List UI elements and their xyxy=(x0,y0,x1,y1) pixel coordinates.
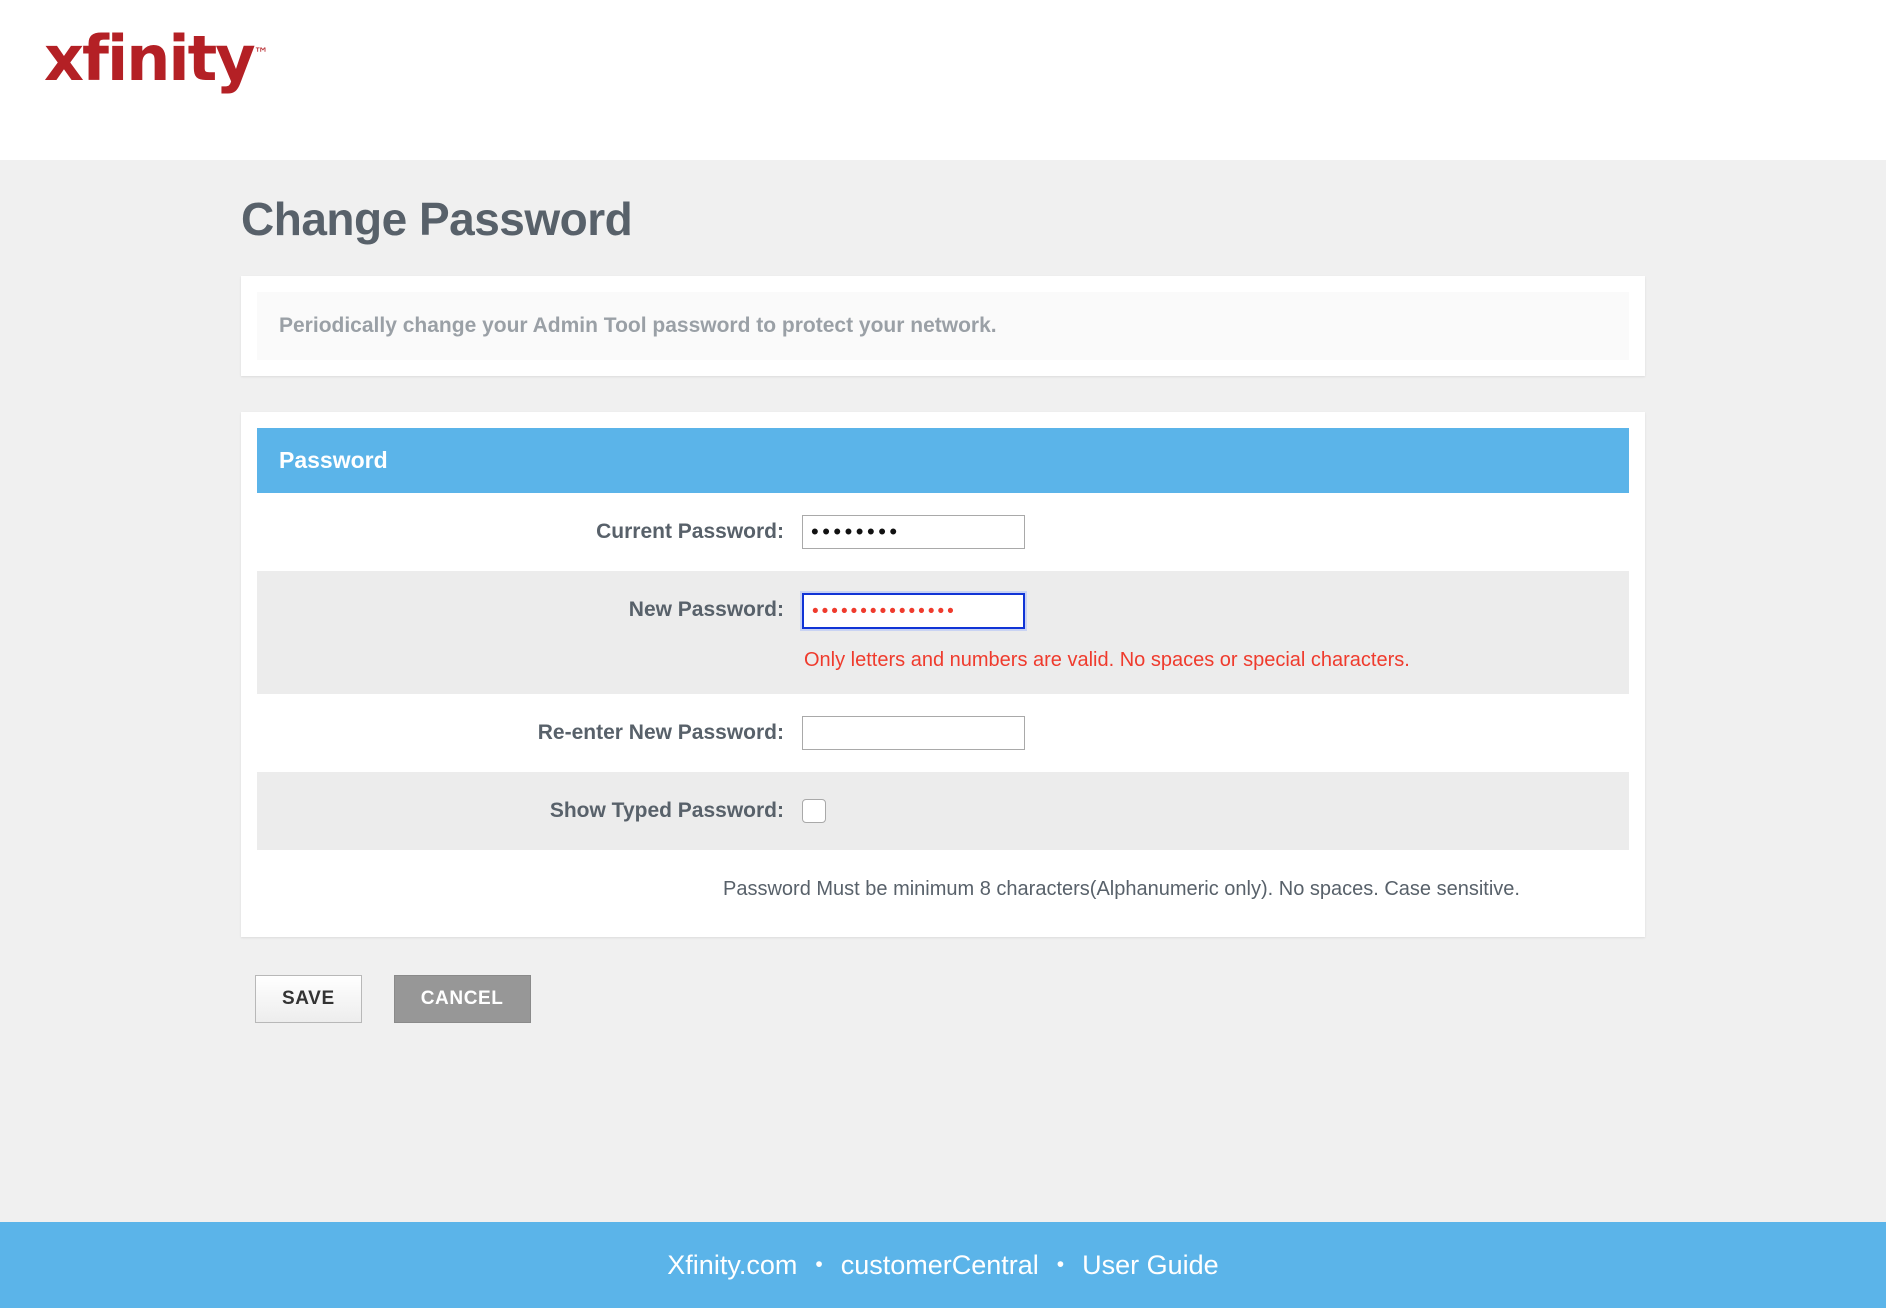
password-hint: Password Must be minimum 8 characters(Al… xyxy=(723,878,1520,900)
info-message: Periodically change your Admin Tool pass… xyxy=(257,292,1629,360)
new-password-error: Only letters and numbers are valid. No s… xyxy=(804,649,1410,671)
current-password-label: Current Password: xyxy=(596,520,784,543)
reenter-password-label: Re-enter New Password: xyxy=(537,721,784,744)
info-card: Periodically change your Admin Tool pass… xyxy=(241,276,1645,376)
footer-link-user-guide[interactable]: User Guide xyxy=(1082,1250,1219,1281)
row-reenter-password: Re-enter New Password: xyxy=(257,694,1629,772)
page-body: Change Password Periodically change your… xyxy=(0,160,1886,1222)
footer: Xfinity.com • customerCentral • User Gui… xyxy=(0,1222,1886,1308)
page-title: Change Password xyxy=(241,193,633,245)
row-password-hint: Password Must be minimum 8 characters(Al… xyxy=(257,850,1629,919)
brand-header: xfinity™ xyxy=(0,0,1886,160)
row-current-password: Current Password: •••••••• xyxy=(257,493,1629,571)
row-show-typed-password: Show Typed Password: xyxy=(257,772,1629,850)
reenter-password-field-wrap xyxy=(802,716,1629,750)
show-typed-password-label: Show Typed Password: xyxy=(549,799,784,822)
footer-separator-2: • xyxy=(1056,1253,1065,1276)
show-typed-password-checkbox[interactable] xyxy=(802,799,826,823)
current-password-input[interactable]: •••••••• xyxy=(802,515,1025,549)
footer-link-xfinity-com[interactable]: Xfinity.com xyxy=(667,1250,797,1281)
trademark-symbol: ™ xyxy=(253,44,269,63)
reenter-password-input[interactable] xyxy=(802,716,1025,750)
logo-wordmark: xfinity xyxy=(44,22,256,95)
new-password-value: ••••••••••••••• xyxy=(812,601,957,622)
new-password-field-wrap: ••••••••••••••• Only letters and numbers… xyxy=(800,591,1629,672)
show-typed-password-field-wrap xyxy=(802,794,1629,828)
password-panel: Password Current Password: •••••••• New … xyxy=(241,412,1645,937)
new-password-input[interactable]: ••••••••••••••• xyxy=(800,591,1027,631)
action-buttons: SAVE CANCEL xyxy=(241,975,1645,1023)
footer-link-customer-central[interactable]: customerCentral xyxy=(841,1250,1039,1281)
current-password-value: •••••••• xyxy=(811,519,901,544)
panel-header: Password xyxy=(257,428,1629,493)
row-new-password: New Password: ••••••••••••••• Only lette… xyxy=(257,571,1629,694)
save-button[interactable]: SAVE xyxy=(255,975,362,1023)
footer-separator-1: • xyxy=(815,1253,823,1276)
new-password-label: New Password: xyxy=(628,598,784,621)
content-container: Change Password Periodically change your… xyxy=(241,160,1645,1023)
current-password-field-wrap: •••••••• xyxy=(802,515,1629,549)
cancel-button[interactable]: CANCEL xyxy=(393,975,531,1023)
xfinity-logo[interactable]: xfinity™ xyxy=(44,28,269,90)
